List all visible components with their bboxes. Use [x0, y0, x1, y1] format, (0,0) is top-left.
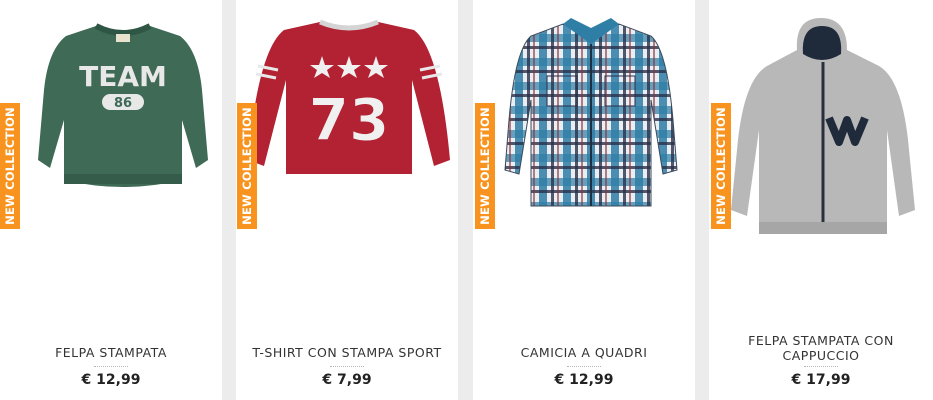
product-price: € 17,99	[791, 372, 851, 388]
new-collection-badge: NEW COLLECTION	[711, 103, 731, 229]
badge-label: NEW COLLECTION	[714, 107, 728, 225]
badge-label: NEW COLLECTION	[240, 107, 254, 225]
name-divider	[330, 366, 364, 367]
product-price: € 7,99	[322, 372, 372, 388]
product-name[interactable]: FELPA STAMPATA	[0, 345, 222, 360]
product-grid: TEAM 86 NEW COLLECTION FELPA STAMPATA € …	[0, 0, 933, 400]
product-image[interactable]: 73	[244, 10, 454, 180]
product-name[interactable]: FELPA STAMPATA CON CAPPUCCIO	[709, 333, 933, 363]
product-image[interactable]: TEAM 86	[30, 10, 216, 196]
product-card[interactable]: NEW COLLECTION CAMICIA A QUADRI € 12,99	[473, 0, 695, 400]
new-collection-badge: NEW COLLECTION	[237, 103, 257, 229]
product-name-line: FELPA STAMPATA CON	[748, 333, 894, 348]
new-collection-badge: NEW COLLECTION	[0, 103, 20, 229]
product-name[interactable]: CAMICIA A QUADRI	[473, 345, 695, 360]
badge-label: NEW COLLECTION	[3, 107, 17, 225]
product-price: € 12,99	[554, 372, 614, 388]
product-price: € 12,99	[81, 372, 141, 388]
product-name-line: CAPPUCCIO	[782, 348, 860, 363]
product-image[interactable]	[491, 10, 691, 210]
product-card[interactable]: 73 NEW COLLECTION T-SHIRT CON STAMPA SPO…	[236, 0, 458, 400]
print-number: 86	[114, 96, 132, 111]
name-divider	[804, 366, 838, 367]
product-card[interactable]: TEAM 86 NEW COLLECTION FELPA STAMPATA € …	[0, 0, 222, 400]
new-collection-badge: NEW COLLECTION	[475, 103, 495, 229]
badge-label: NEW COLLECTION	[478, 107, 492, 225]
print-word: TEAM	[79, 60, 167, 93]
name-divider	[567, 366, 601, 367]
product-card[interactable]: NEW COLLECTION FELPA STAMPATA CON CAPPUC…	[709, 0, 933, 400]
product-image[interactable]	[729, 10, 929, 242]
name-divider	[94, 366, 128, 367]
product-name[interactable]: T-SHIRT CON STAMPA SPORT	[236, 345, 458, 360]
print-number: 73	[309, 86, 390, 154]
